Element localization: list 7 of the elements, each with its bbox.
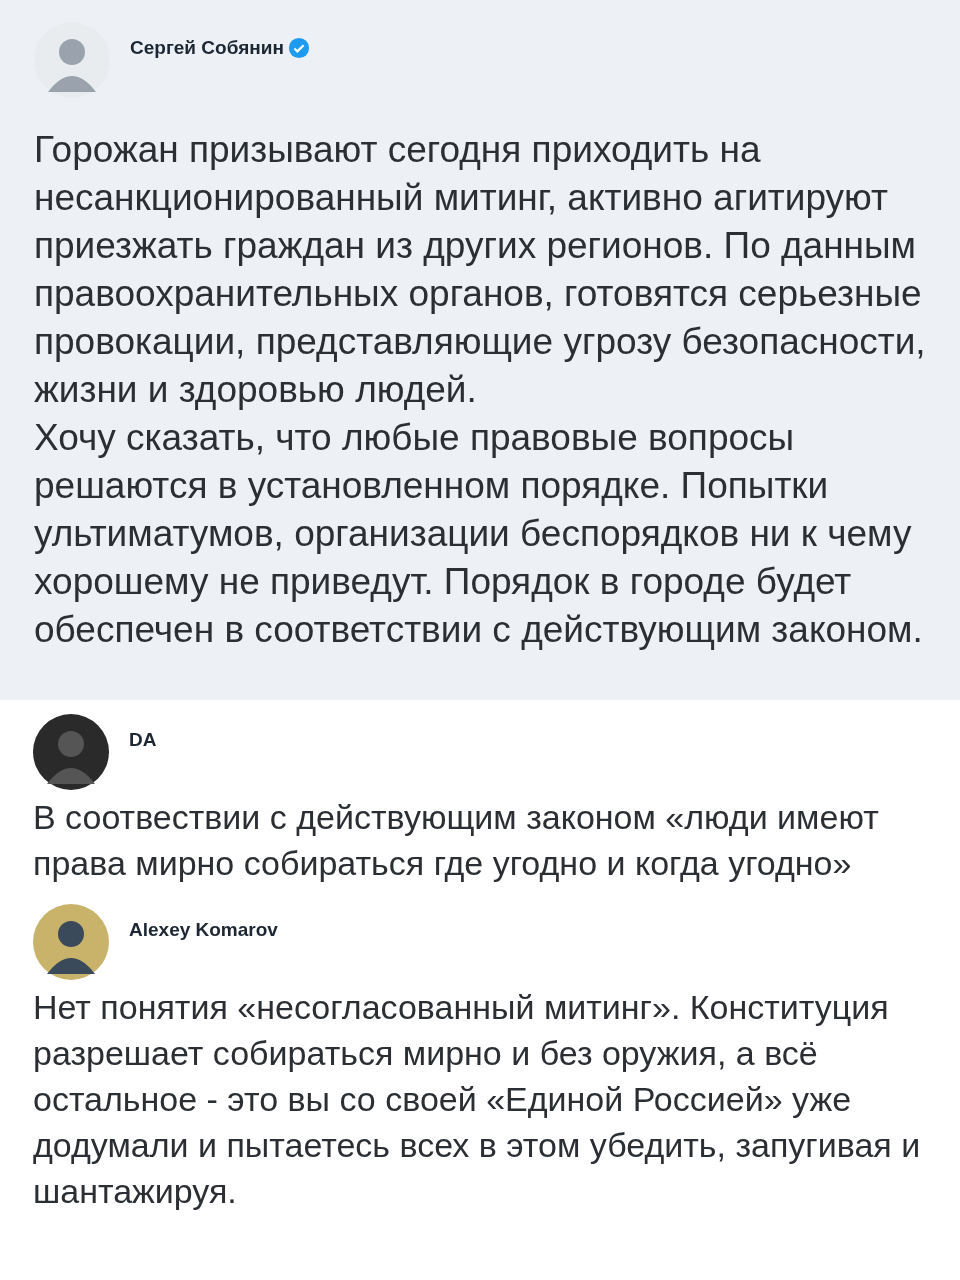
post-text: Хочу сказать, что любые правовые вопросы решаются в установленном порядке. Попытки ультиматумов, организации беспорядков ни к чему хорошему не приведут. Порядок в городе будет обеспечен в соответствии с действующим законом.	[34, 416, 924, 652]
post-text: Горожан призывают сегодня приходить на несанкционированный митинг, активно агитируют приезжать граждан из других регионов. По данным правоохранительных органов, готовятся серьезные провокации, представляющие угрозу безопасности, жизни и здоровью людей.	[34, 128, 926, 412]
post-text: В соотвествии с действующим законом «люди имеют права мирно собираться где угодно и когда угодно»	[33, 797, 880, 884]
author-name[interactable]: DA	[129, 725, 157, 755]
author-name[interactable]: Alexey Komarov	[129, 915, 278, 945]
post-text: Нет понятия «несогласованный митинг». Конституция разрешает собираться мирно и без оружия, а всё остальное - это вы со своей «Единой Россией» уже додумали и пытаетесь всех в этом убедить, запугивая и шантажируя.	[33, 987, 922, 1212]
author-name[interactable]: Сергей Собянин	[130, 33, 284, 63]
